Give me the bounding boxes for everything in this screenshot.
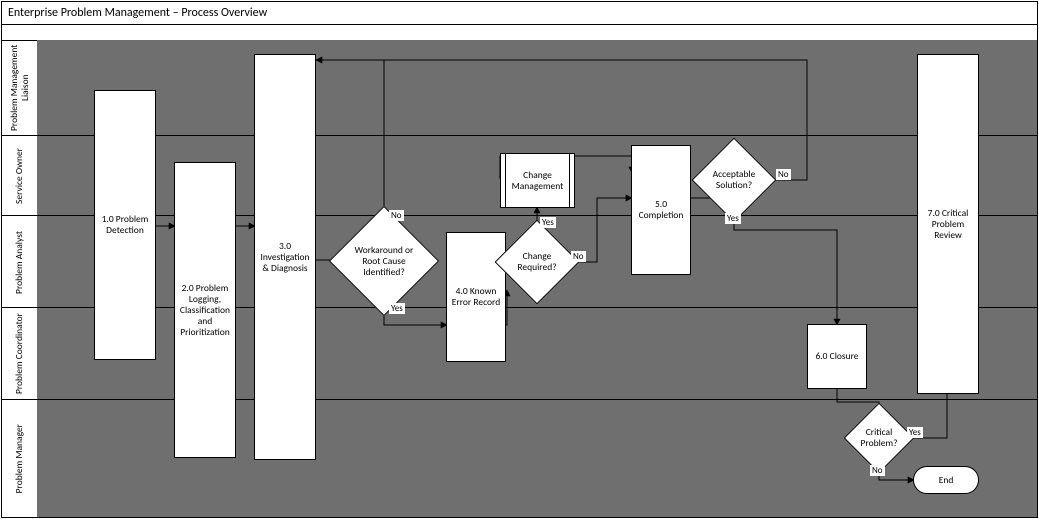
label-no: No — [571, 251, 586, 262]
label-no: No — [389, 210, 404, 221]
label-yes: Yes — [907, 427, 923, 438]
lane-labels: Problem Management Liaison Service Owner… — [2, 40, 37, 517]
process-problem-logging: 2.0 Problem Logging, Classification and … — [174, 162, 236, 458]
page-title: Enterprise Problem Management – Process … — [2, 2, 1037, 25]
process-critical-review: 7.0 Critical Problem Review — [917, 54, 979, 394]
lane-label-problem-manager: Problem Manager — [2, 399, 38, 518]
lane-label-problem-coordinator: Problem Coordinator — [2, 307, 38, 400]
process-problem-detection: 1.0 Problem Detection — [94, 90, 156, 360]
label-yes: Yes — [540, 217, 556, 228]
decision-acceptable-solution: Acceptable Solution? — [704, 150, 764, 210]
label-yes: Yes — [725, 213, 741, 224]
terminator-end: End — [913, 466, 979, 494]
pool: 1.0 Problem Detection 2.0 Problem Loggin… — [37, 40, 1037, 517]
label-no: No — [870, 465, 885, 476]
process-investigation: 3.0 Investigation & Diagnosis — [254, 54, 316, 460]
process-completion: 5.0 Completion — [631, 145, 691, 275]
swimlanes: Problem Management Liaison Service Owner… — [2, 40, 1037, 517]
decision-change-required: Change Required? — [507, 232, 567, 292]
decision-workaround: Workaround or Root Cause Identified? — [345, 222, 423, 300]
lane-label-service-owner: Service Owner — [2, 135, 38, 216]
label-yes: Yes — [389, 303, 405, 314]
process-known-error: 4.0 Known Error Record — [446, 232, 506, 362]
diagram-frame: Enterprise Problem Management – Process … — [1, 1, 1038, 518]
lane-label-problem-analyst: Problem Analyst — [2, 215, 38, 308]
lane-label-liaison: Problem Management Liaison — [2, 40, 38, 135]
process-closure: 6.0 Closure — [807, 324, 867, 389]
sub-header — [2, 24, 1037, 41]
subprocess-change-management: Change Management — [500, 153, 575, 208]
label-no: No — [776, 169, 791, 180]
decision-critical-problem: Critical Problem? — [854, 413, 904, 463]
